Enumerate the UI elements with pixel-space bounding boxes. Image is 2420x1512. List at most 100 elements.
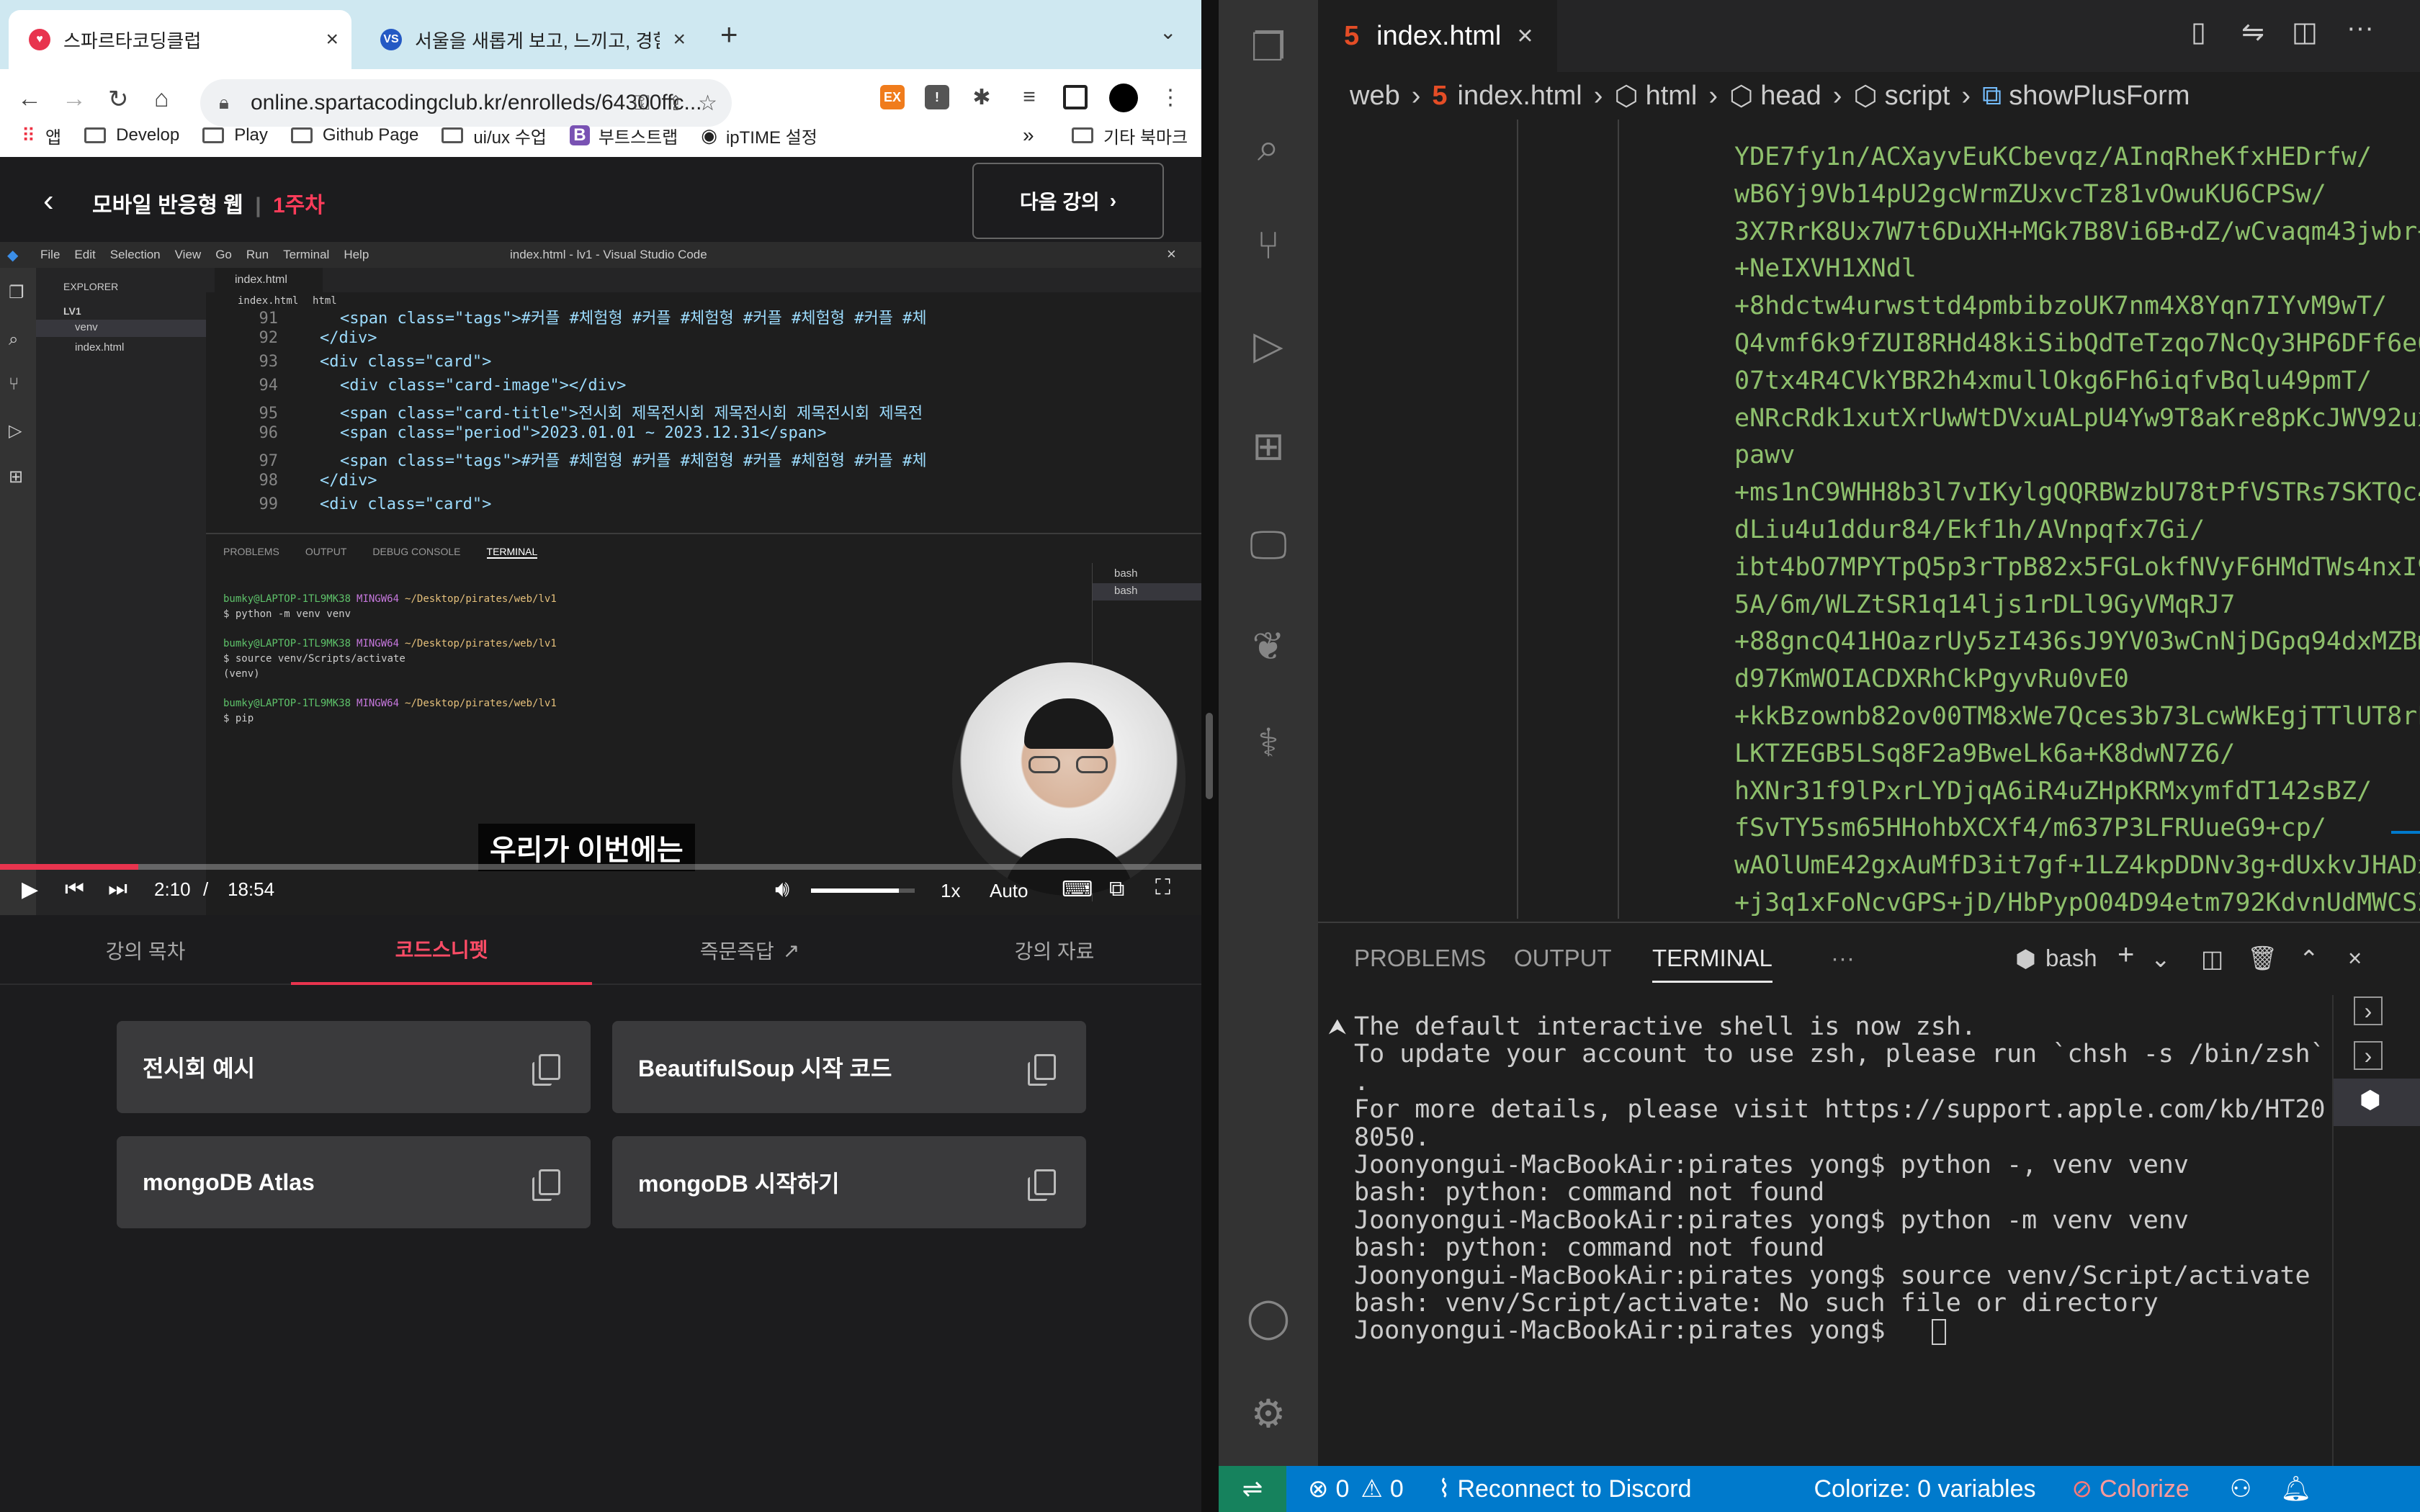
bookmark-folder[interactable]: ui/ux 수업	[442, 123, 547, 148]
share-icon[interactable]: ⇪	[668, 91, 684, 115]
mongodb-leaf-icon[interactable]: ❦	[1243, 621, 1294, 671]
split-editor-icon[interactable]: ◫	[2292, 16, 2318, 48]
bookmark-iptime[interactable]: ◉ ipTIME 설정	[701, 123, 817, 148]
copy-icon[interactable]	[1028, 1169, 1056, 1201]
picture-in-picture-icon[interactable]: ⧉	[1109, 877, 1124, 901]
search-icon[interactable]: ⌕	[1243, 122, 1294, 173]
line-number: 96	[259, 424, 279, 442]
splitter-handle[interactable]	[1206, 713, 1213, 799]
line-number: 98	[259, 472, 279, 490]
tab-instant-qa[interactable]: 즉문즉답 ↗	[592, 916, 908, 985]
media-control-icon[interactable]: ≡	[1017, 85, 1041, 109]
copy-icon[interactable]	[532, 1169, 560, 1201]
open-preview-icon[interactable]: ▯	[2191, 16, 2206, 48]
bookmarks-overflow-icon[interactable]: »	[1023, 124, 1034, 147]
terminal-output[interactable]: The default interactive shell is now zsh…	[1318, 923, 2326, 1427]
source-control-icon[interactable]: ⑂	[1243, 220, 1294, 271]
error-count[interactable]: 0	[1336, 1475, 1350, 1503]
code-editor[interactable]: YDE7fy1n/ACXayvEuKCbevqz/AInqRheKfxHEDrf…	[1318, 120, 2420, 919]
tree-file: index.html	[75, 341, 125, 354]
python-icon[interactable]: ⚕	[1243, 717, 1294, 768]
editor-tab-index-html[interactable]: 5 index.html ×	[1318, 0, 1557, 72]
close-tab-icon[interactable]: ×	[673, 27, 686, 52]
tab-lecture-materials[interactable]: 강의 자료	[908, 916, 1201, 985]
terminal-instance-icon[interactable]: ›	[2354, 996, 2383, 1025]
fullscreen-icon[interactable]: ⛶	[1155, 876, 1170, 900]
recorded-close-icon: ×	[1167, 245, 1176, 263]
back-chevron-icon[interactable]: ‹	[43, 183, 54, 219]
discord-status[interactable]: Reconnect to Discord	[1457, 1475, 1691, 1503]
tab-lecture-index[interactable]: 강의 목차	[0, 916, 291, 985]
lock-icon: 🔒︎	[219, 91, 229, 113]
close-tab-icon[interactable]: ×	[1517, 21, 1533, 52]
bash-shell-icon[interactable]: ⬢	[2360, 1086, 2381, 1115]
terminal-entry: bumky@LAPTOP-1TL9MK38 MINGW64 ~/Desktop/pi…	[223, 593, 557, 620]
browser-menu-icon[interactable]: ⋮	[1160, 85, 1181, 110]
notifications-bell-icon[interactable]: 🔔︎	[2280, 1475, 2311, 1503]
copy-icon[interactable]	[1028, 1054, 1056, 1086]
bookmark-folder[interactable]: Play	[202, 125, 268, 145]
warning-icon: ⚠	[1361, 1475, 1383, 1503]
next-lecture-button[interactable]: 다음 강의 ›	[972, 163, 1164, 239]
bookmark-folder[interactable]: Github Page	[290, 125, 418, 145]
copy-icon[interactable]	[532, 1054, 560, 1086]
volume-icon[interactable]: 🔊︎	[775, 876, 789, 903]
profile-avatar[interactable]	[1109, 84, 1138, 112]
tab-code-snippets[interactable]: 코드스니펫	[291, 916, 592, 985]
live-share-icon[interactable]: ⚇	[2230, 1475, 2251, 1503]
run-debug-icon[interactable]: ▷	[1243, 320, 1294, 370]
browser-tab[interactable]: VS 서울을 새롭게 보고, 느끼고, 경험할 수 ×	[360, 10, 699, 69]
tab-search-chevron-icon[interactable]: ⌄	[1160, 20, 1176, 44]
window-splitter[interactable]	[1201, 0, 1219, 1512]
bookmark-bootstrap[interactable]: B 부트스트랩	[569, 123, 678, 148]
extension-alert-icon[interactable]: !	[925, 85, 949, 109]
lecture-video[interactable]: ◆ File Edit Selection View Go Run Terminal Help…	[0, 242, 1201, 915]
reload-icon[interactable]: ↻	[108, 85, 129, 114]
key-icon[interactable]: ⚿	[635, 91, 650, 115]
code-line: 97 <span class="tags">#커플 #체험형 #커플 #체험형 #…	[206, 448, 927, 472]
snippet-card[interactable]: mongoDB Atlas	[117, 1136, 591, 1228]
recorded-menu: File Edit Selection View Go Run Terminal Help	[40, 248, 369, 261]
play-icon[interactable]: ▶	[22, 877, 38, 902]
compare-icon[interactable]: ⇋	[2241, 16, 2264, 48]
extensions-icon[interactable]: ⊞	[1243, 420, 1294, 471]
home-icon[interactable]: ⌂	[154, 85, 169, 113]
browser-tab-active[interactable]: ♥ 스파르타코딩클럽 ×	[9, 10, 351, 69]
back-arrow-icon[interactable]: ←	[17, 85, 42, 113]
side-panel-icon[interactable]	[1063, 85, 1088, 109]
subtitles-icon[interactable]: ⌨	[1062, 877, 1093, 902]
speed-button[interactable]: 1x	[941, 880, 960, 902]
previous-icon[interactable]: ⏮	[65, 877, 84, 901]
new-tab-icon[interactable]: +	[720, 17, 738, 52]
breadcrumb: web › 5 index.html › ⬡ html › ⬡ head › ⬡…	[1318, 72, 2420, 120]
code-line: +kkBzownb82ov00TM8xWe7Qces3b73LcwWkEgjTT…	[1734, 702, 2420, 731]
explorer-icon[interactable]: ❐	[1243, 22, 1294, 72]
account-icon[interactable]: ◯	[1243, 1292, 1294, 1342]
bookmark-folder[interactable]: Develop	[84, 125, 179, 145]
extension-ex-icon[interactable]: EX	[880, 85, 905, 109]
snippet-card[interactable]: BeautifulSoup 시작 코드	[612, 1021, 1086, 1113]
quality-button[interactable]: Auto	[990, 880, 1028, 902]
bookmark-star-icon[interactable]: ☆	[698, 91, 717, 116]
bookmark-apps[interactable]: ⠿ 앱	[22, 123, 61, 148]
next-icon[interactable]: ⏭	[108, 877, 127, 901]
remote-explorer-icon[interactable]: 🖵︎	[1243, 520, 1294, 570]
more-actions-icon[interactable]: ···	[2347, 13, 2374, 44]
extensions-puzzle-icon[interactable]: ✱	[969, 85, 994, 109]
snippet-card[interactable]: mongoDB 시작하기	[612, 1136, 1086, 1228]
settings-gear-icon[interactable]: ⚙	[1243, 1388, 1294, 1439]
close-panel-icon[interactable]: ×	[2348, 945, 2362, 972]
volume-slider[interactable]	[811, 888, 915, 893]
colorize-variables[interactable]: Colorize: 0 variables	[1814, 1475, 2035, 1503]
remote-indicator-icon[interactable]: ⇌	[1219, 1466, 1286, 1512]
terminal-panel: PROBLEMS OUTPUT TERMINAL ··· ⬢ bash + ⌄ …	[1318, 922, 2420, 1467]
warning-count[interactable]: 0	[1390, 1475, 1404, 1503]
forward-arrow-icon[interactable]: →	[62, 85, 86, 113]
colorize-button[interactable]: Colorize	[2099, 1475, 2190, 1503]
address-bar[interactable]: 🔒︎ online.spartacodingclub.kr/enrolleds/…	[200, 79, 732, 127]
close-tab-icon[interactable]: ×	[326, 27, 339, 52]
snippet-card[interactable]: 전시회 예시	[117, 1021, 591, 1113]
terminal-instance-icon[interactable]: ›	[2354, 1041, 2383, 1070]
bookmark-other-folder[interactable]: 기타 북마크	[1072, 123, 1188, 148]
code-line: fSvTY5sm65HHohbXCXf4/m637P3LFRUueG9+cp/	[1734, 814, 2326, 843]
